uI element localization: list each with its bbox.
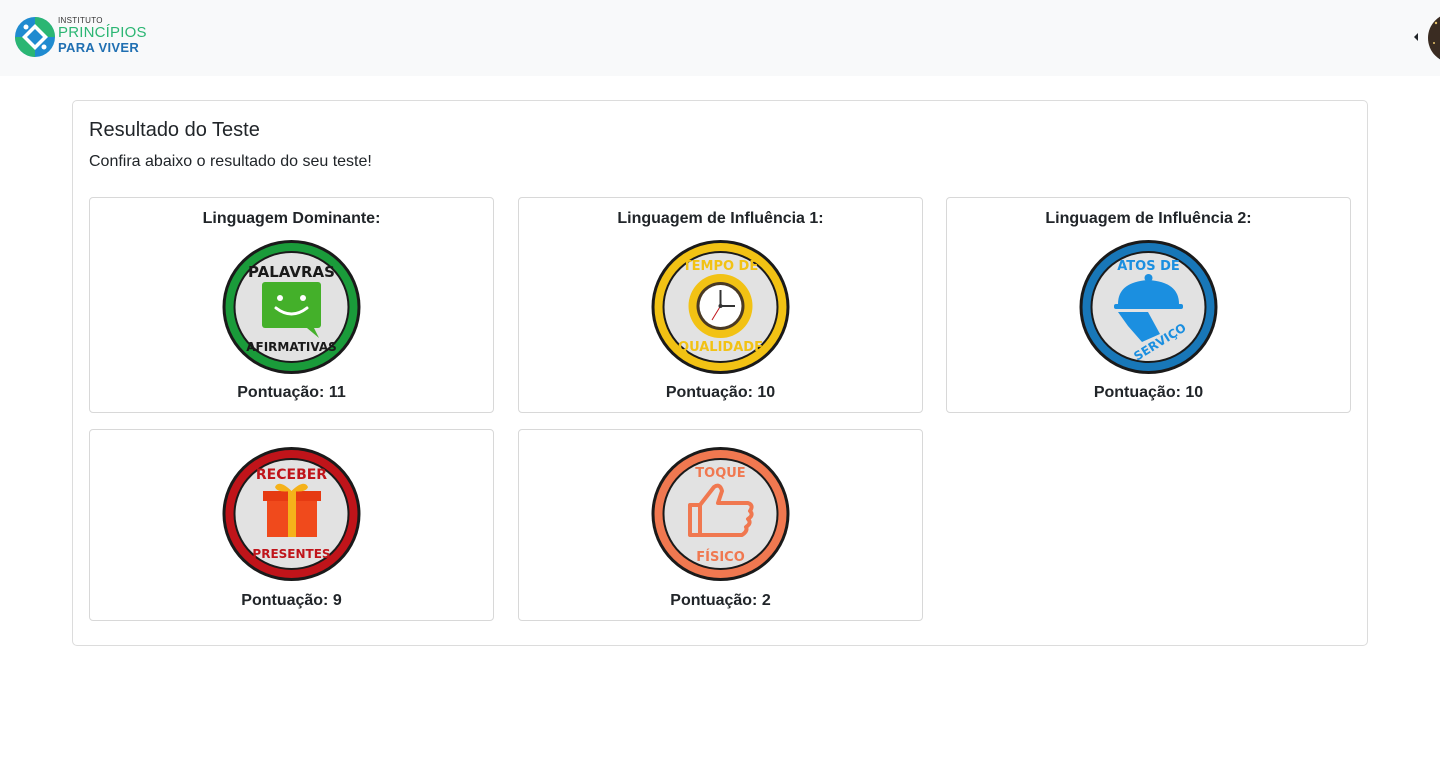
result-card-tempo: Linguagem de Influência 1: TEMPO DE QUAL… xyxy=(518,197,923,413)
result-card-palavras: Linguagem Dominante: PALAVRAS AFIRMATIVA… xyxy=(89,197,494,413)
result-score: Pontuação: 9 xyxy=(241,592,342,609)
page-title: Resultado do Teste xyxy=(89,119,260,141)
result-card-atos: Linguagem de Influência 2: ATOS DE SERVI… xyxy=(946,197,1351,413)
result-score: Pontuação: 10 xyxy=(1093,384,1204,401)
badge-top-text: TEMPO DE xyxy=(683,259,758,274)
page-subtitle: Confira abaixo o resultado do seu teste! xyxy=(89,153,372,170)
receber-presentes-badge: RECEBER PRESENTES xyxy=(222,447,361,581)
brand-line-3: PARA VIVER xyxy=(58,40,140,55)
badge-bottom-text: FÍSICO xyxy=(696,549,745,565)
chat-bubble-icon xyxy=(262,282,321,328)
atos-de-servico-badge: ATOS DE SERVIÇO xyxy=(1079,240,1218,374)
brand-logo[interactable]: INSTITUTO PRINCÍPIOS PARA VIVER xyxy=(14,15,154,59)
result-card-toque: TOQUE FÍSICO Pontuação: 2 xyxy=(518,429,923,621)
result-score: Pontuação: 2 xyxy=(670,592,771,609)
badge-bottom-text: AFIRMATIVAS xyxy=(246,340,337,354)
badge-bottom-text: PRESENTES xyxy=(252,547,330,561)
brand-line-2: PRINCÍPIOS xyxy=(58,24,147,41)
badge-top-text: TOQUE xyxy=(695,466,745,481)
badge-top-text: PALAVRAS xyxy=(248,263,335,281)
tempo-de-qualidade-badge: TEMPO DE QUALIDADE xyxy=(651,240,790,374)
result-score: Pontuação: 10 xyxy=(665,384,776,401)
brand-logo-icon xyxy=(15,17,55,57)
result-card-presentes: RECEBER PRESENTES Pontuação: 9 xyxy=(89,429,494,621)
top-navbar: INSTITUTO PRINCÍPIOS PARA VIVER xyxy=(0,0,1440,76)
result-score: Pontuação: 11 xyxy=(237,384,346,401)
avatar[interactable] xyxy=(1428,13,1440,63)
result-panel: Resultado do Teste Confira abaixo o resu… xyxy=(72,100,1368,646)
badge-top-text: RECEBER xyxy=(256,467,327,483)
result-label: Linguagem de Influência 2: xyxy=(1045,210,1252,227)
toque-fisico-badge: TOQUE FÍSICO xyxy=(651,447,790,581)
palavras-afirmativas-badge: PALAVRAS AFIRMATIVAS xyxy=(222,240,361,374)
caret-left-icon[interactable] xyxy=(1414,33,1418,41)
badge-bottom-text: QUALIDADE xyxy=(678,340,763,355)
result-label: Linguagem Dominante: xyxy=(202,210,381,227)
badge-top-text: ATOS DE xyxy=(1117,259,1180,274)
result-label: Linguagem de Influência 1: xyxy=(617,210,824,227)
